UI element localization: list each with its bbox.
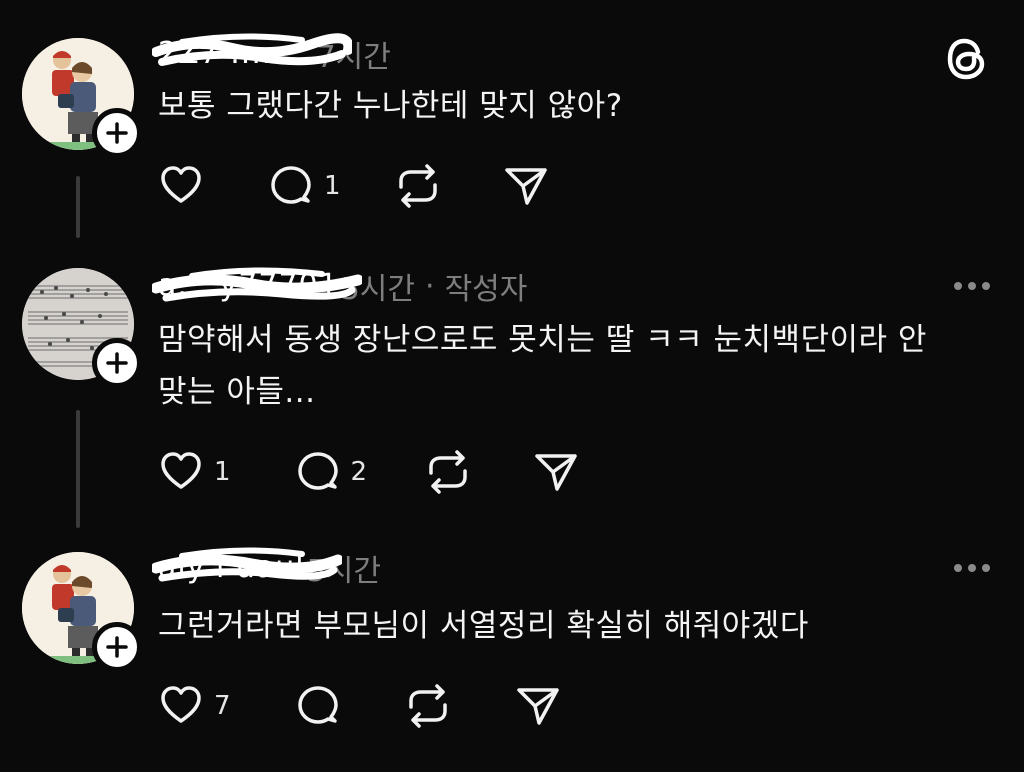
avatar[interactable]	[22, 552, 142, 672]
post-content: 맘약해서 동생 장난으로도 못치는 딸 ㅋㅋ 눈치백단이라 안 맞는 아들...	[158, 322, 927, 410]
reply-count: 1	[324, 171, 341, 201]
like-button[interactable]: 7	[158, 683, 231, 729]
send-icon	[535, 454, 577, 491]
action-bar: 7	[158, 682, 561, 730]
send-icon	[504, 168, 547, 205]
comment-bubble-icon	[271, 166, 311, 204]
repost-button[interactable]	[403, 683, 453, 729]
repost-icon	[398, 164, 437, 208]
like-button[interactable]: 1	[158, 449, 231, 495]
post-meta: a... y77701 5시간 · 작성자	[152, 262, 528, 310]
plus-icon	[106, 636, 128, 658]
follow-button[interactable]	[92, 108, 142, 158]
threads-reply-list: 2Z7 ........ 7시간 보통 그랬다간 누나한테 맞지 않아? 1 a…	[0, 0, 1024, 772]
more-dots-icon	[954, 564, 962, 572]
reply-button[interactable]: 1	[268, 163, 341, 209]
reply-button[interactable]	[295, 683, 341, 729]
like-count: 7	[214, 691, 231, 721]
redaction-scribble	[152, 267, 362, 302]
redaction-scribble	[152, 33, 352, 66]
follow-button[interactable]	[92, 338, 142, 388]
like-count: 1	[214, 457, 231, 487]
avatar[interactable]	[22, 268, 142, 388]
more-dot	[982, 282, 990, 290]
action-bar: 1 2	[158, 448, 579, 496]
follow-button[interactable]	[92, 622, 142, 672]
more-dot	[968, 282, 976, 290]
like-button[interactable]	[158, 163, 204, 209]
repost-icon	[408, 684, 447, 728]
thread-line	[76, 176, 80, 238]
more-options-button[interactable]	[954, 282, 990, 290]
more-dot	[982, 564, 990, 572]
comment-bubble-icon	[297, 686, 338, 724]
post-content: 보통 그랬다간 누나한테 맞지 않아?	[158, 88, 623, 124]
redaction-scribble	[152, 547, 342, 582]
more-options-button[interactable]	[954, 564, 990, 572]
plus-icon	[106, 352, 128, 374]
repost-icon	[429, 450, 467, 494]
plus-icon	[106, 122, 128, 144]
heart-icon	[161, 686, 201, 723]
more-dot	[968, 564, 976, 572]
repost-button[interactable]	[423, 449, 473, 495]
share-button[interactable]	[533, 449, 579, 495]
meta-separator: ·	[425, 268, 435, 304]
share-button[interactable]	[515, 683, 561, 729]
repost-button[interactable]	[393, 163, 443, 209]
avatar[interactable]	[22, 38, 142, 158]
reply-button[interactable]: 2	[295, 449, 368, 495]
send-icon	[516, 688, 559, 725]
author-tag: 작성자	[444, 272, 528, 307]
post-content: 그런거라면 부모님이 서열정리 확실히 해줘야겠다	[158, 608, 809, 644]
heart-icon	[161, 166, 201, 203]
action-bar: 1	[158, 162, 549, 210]
share-button[interactable]	[503, 163, 549, 209]
reply-count: 2	[350, 457, 368, 487]
post-meta: aly l uaul 5시간	[152, 544, 381, 592]
post-meta: 2Z7 ........ 7시간	[152, 30, 391, 78]
comment-bubble-icon	[297, 452, 338, 490]
more-dots-icon	[954, 282, 962, 290]
thread-line	[76, 410, 80, 528]
heart-icon	[161, 452, 201, 489]
